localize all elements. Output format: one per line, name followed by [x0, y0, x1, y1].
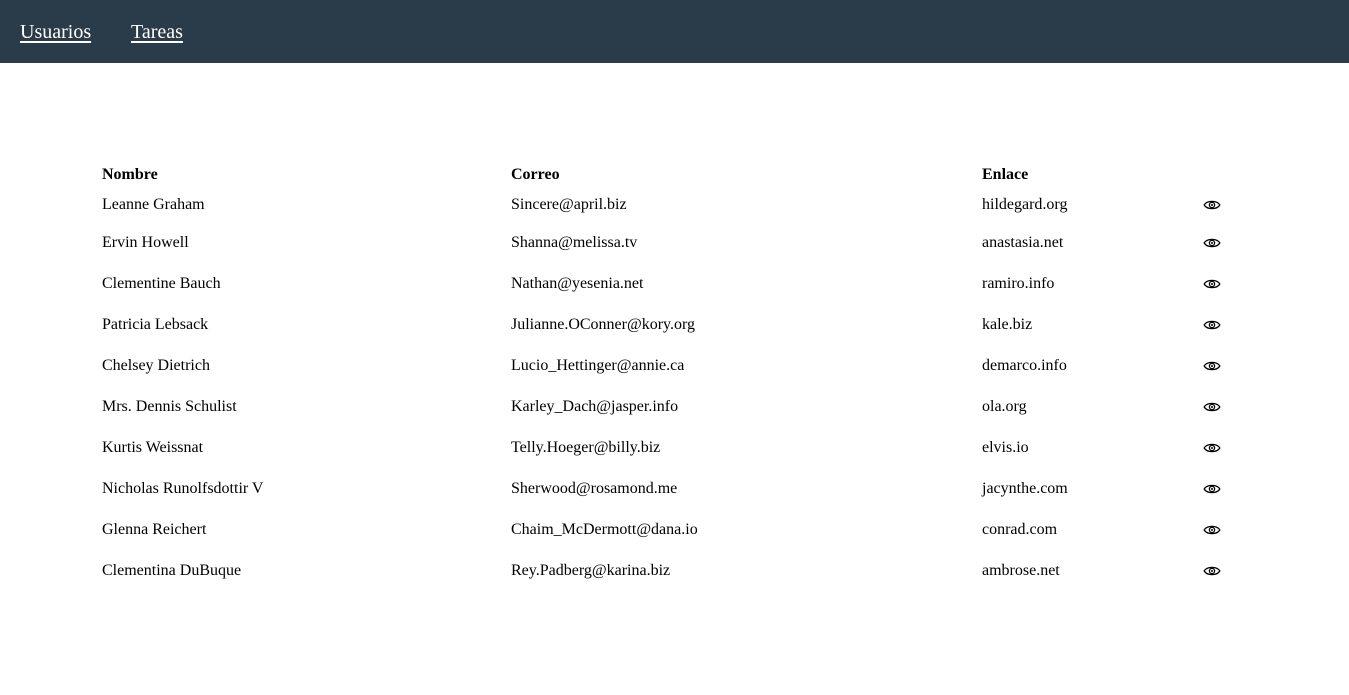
view-user-button[interactable]: [1203, 359, 1221, 373]
user-link-cell: kale.biz: [982, 315, 1033, 333]
table-row: Patricia Lebsack Julianne.OConner@kory.o…: [102, 304, 1232, 345]
user-email-cell: Julianne.OConner@kory.org: [511, 315, 696, 333]
user-email-cell: Rey.Padberg@karina.biz: [511, 561, 671, 579]
table-row: Kurtis Weissnat Telly.Hoeger@billy.biz e…: [102, 427, 1232, 468]
column-header-enlace: Enlace: [982, 166, 1029, 183]
user-name-cell: Chelsey Dietrich: [102, 356, 210, 374]
view-user-button[interactable]: [1203, 198, 1221, 212]
user-link-cell: jacynthe.com: [982, 479, 1068, 497]
user-name-cell: Mrs. Dennis Schulist: [102, 397, 237, 415]
eye-icon: [1203, 279, 1221, 289]
column-header-nombre: Nombre: [102, 166, 158, 183]
user-name-cell: Ervin Howell: [102, 233, 189, 251]
header-row: Nombre Correo Enlace: [102, 163, 1232, 187]
view-user-button[interactable]: [1203, 400, 1221, 414]
user-email-cell: Lucio_Hettinger@annie.ca: [511, 356, 685, 374]
user-name-cell: Patricia Lebsack: [102, 315, 209, 333]
top-navbar: Usuarios Tareas: [0, 0, 1349, 63]
table-row: Glenna Reichert Chaim_McDermott@dana.io …: [102, 509, 1232, 550]
user-link-cell: hildegard.org: [982, 195, 1068, 213]
user-link-cell: ola.org: [982, 397, 1027, 415]
users-table: Nombre Correo Enlace Leanne Graham Since…: [100, 163, 1234, 591]
eye-icon: [1203, 525, 1221, 535]
user-action-cell: [1202, 386, 1232, 427]
user-name-cell: Glenna Reichert: [102, 520, 207, 538]
view-user-button[interactable]: [1203, 236, 1221, 250]
user-action-cell: [1202, 509, 1232, 550]
user-action-cell: [1202, 427, 1232, 468]
user-action-cell: [1202, 468, 1232, 509]
user-action-cell: [1202, 550, 1232, 591]
user-name-cell: Nicholas Runolfsdottir V: [102, 479, 264, 497]
eye-icon: [1203, 402, 1221, 412]
user-link-cell: conrad.com: [982, 520, 1058, 538]
user-email-cell: Karley_Dach@jasper.info: [511, 397, 679, 415]
view-user-button[interactable]: [1203, 441, 1221, 455]
user-name-cell: Clementina DuBuque: [102, 561, 242, 579]
column-header-actions: [1202, 163, 1232, 187]
user-email-cell: Nathan@yesenia.net: [511, 274, 644, 292]
eye-icon: [1203, 566, 1221, 576]
column-header-correo: Correo: [511, 166, 560, 183]
user-name-cell: Clementine Bauch: [102, 274, 221, 292]
view-user-button[interactable]: [1203, 523, 1221, 537]
user-email-cell: Shanna@melissa.tv: [511, 233, 638, 251]
table-row: Mrs. Dennis Schulist Karley_Dach@jasper.…: [102, 386, 1232, 427]
nav-link-tareas[interactable]: Tareas: [131, 20, 183, 44]
user-name-cell: Kurtis Weissnat: [102, 438, 204, 456]
user-link-cell: anastasia.net: [982, 233, 1064, 251]
user-link-cell: elvis.io: [982, 438, 1029, 456]
table-row: Clementina DuBuque Rey.Padberg@karina.bi…: [102, 550, 1232, 591]
table-body: Leanne Graham Sincere@april.biz hildegar…: [102, 187, 1232, 591]
user-action-cell: [1202, 345, 1232, 386]
view-user-button[interactable]: [1203, 564, 1221, 578]
user-name-cell: Leanne Graham: [102, 195, 205, 213]
table-row: Clementine Bauch Nathan@yesenia.net rami…: [102, 263, 1232, 304]
eye-icon: [1203, 484, 1221, 494]
eye-icon: [1203, 361, 1221, 371]
view-user-button[interactable]: [1203, 318, 1221, 332]
user-action-cell: [1202, 187, 1232, 222]
nav-link-usuarios[interactable]: Usuarios: [20, 20, 91, 44]
user-action-cell: [1202, 263, 1232, 304]
table-header: Nombre Correo Enlace: [102, 163, 1232, 187]
user-action-cell: [1202, 304, 1232, 345]
eye-icon: [1203, 238, 1221, 248]
eye-icon: [1203, 200, 1221, 210]
user-email-cell: Telly.Hoeger@billy.biz: [511, 438, 661, 456]
view-user-button[interactable]: [1203, 482, 1221, 496]
user-link-cell: demarco.info: [982, 356, 1067, 374]
table-row: Nicholas Runolfsdottir V Sherwood@rosamo…: [102, 468, 1232, 509]
user-email-cell: Chaim_McDermott@dana.io: [511, 520, 698, 538]
eye-icon: [1203, 320, 1221, 330]
user-link-cell: ramiro.info: [982, 274, 1055, 292]
user-email-cell: Sherwood@rosamond.me: [511, 479, 678, 497]
user-action-cell: [1202, 222, 1232, 263]
table-row: Chelsey Dietrich Lucio_Hettinger@annie.c…: [102, 345, 1232, 386]
user-link-cell: ambrose.net: [982, 561, 1060, 579]
user-email-cell: Sincere@april.biz: [511, 195, 627, 213]
view-user-button[interactable]: [1203, 277, 1221, 291]
eye-icon: [1203, 443, 1221, 453]
table-row: Ervin Howell Shanna@melissa.tv anastasia…: [102, 222, 1232, 263]
table-row: Leanne Graham Sincere@april.biz hildegar…: [102, 187, 1232, 222]
